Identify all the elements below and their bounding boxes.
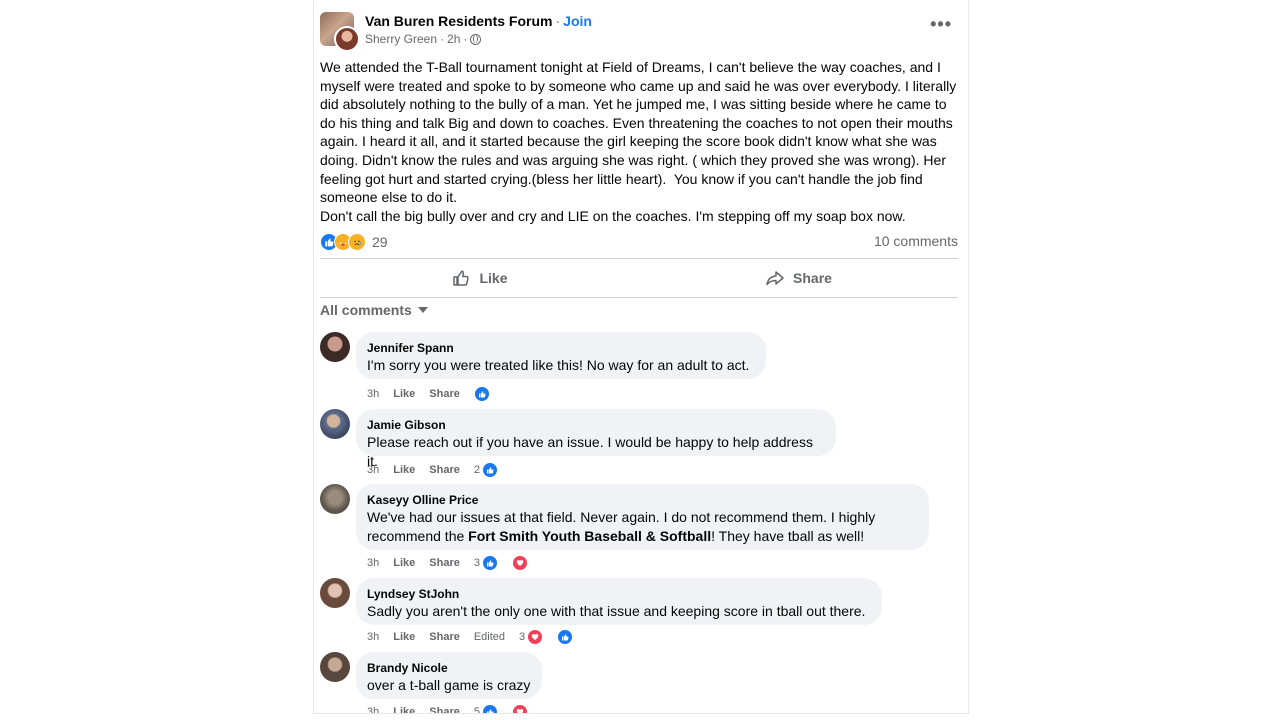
- author-avatar[interactable]: [334, 26, 360, 52]
- heart-icon: [527, 629, 544, 645]
- comment-reaction-count: 2: [473, 464, 480, 476]
- commenter-name[interactable]: Jamie Gibson: [367, 417, 825, 433]
- comment-actions: 3h Like Share: [367, 386, 518, 402]
- more-options-button[interactable]: •••: [930, 15, 952, 33]
- mentioned-page-link[interactable]: Fort Smith Youth Baseball & Softball: [468, 528, 711, 544]
- reaction-count[interactable]: 29: [372, 234, 388, 250]
- dot-separator: ·: [555, 13, 561, 29]
- comment-share-button[interactable]: Share: [429, 631, 460, 643]
- share-button-label: Share: [793, 270, 832, 286]
- comment-share-button[interactable]: Share: [429, 388, 460, 400]
- group-title-line: Van Buren Residents Forum · Join: [365, 13, 592, 29]
- like-icon: [481, 704, 498, 713]
- comment-text: Sadly you aren't the only one with that …: [367, 603, 866, 619]
- avatar[interactable]: [320, 332, 350, 362]
- like-button-label: Like: [479, 270, 508, 286]
- comment-time[interactable]: 3h: [367, 557, 379, 569]
- divider: [320, 297, 958, 298]
- commenter-name[interactable]: Jennifer Spann: [367, 340, 755, 356]
- avatar[interactable]: [320, 484, 350, 514]
- divider: [320, 258, 958, 259]
- dot-separator: ·: [440, 32, 445, 46]
- comment-actions: 3h Like Share Edited 3: [367, 629, 601, 645]
- author-name-link[interactable]: Sherry Green: [365, 32, 437, 46]
- comment-text: over a t-ball game is crazy: [367, 677, 531, 693]
- comment-time[interactable]: 3h: [367, 388, 379, 400]
- comment-actions: 3h Like Share 5: [367, 704, 556, 714]
- comment-reactions[interactable]: 5: [473, 704, 542, 714]
- comment-bubble: Jennifer Spann I'm sorry you were treate…: [356, 332, 766, 379]
- comment-text: I'm sorry you were treated like this! No…: [367, 357, 750, 373]
- join-button[interactable]: Join: [563, 13, 592, 29]
- post-body-text: We attended the T-Ball tournament tonigh…: [320, 59, 957, 224]
- share-arrow-icon: [766, 271, 784, 286]
- comment-reactions[interactable]: 2: [474, 462, 512, 478]
- comment-like-button[interactable]: Like: [393, 706, 415, 713]
- post-stats: 29 10 comments: [320, 232, 958, 252]
- comment-reactions[interactable]: [473, 386, 504, 402]
- comment-share-button[interactable]: Share: [429, 557, 460, 569]
- like-button[interactable]: Like: [320, 260, 639, 296]
- comment-like-button[interactable]: Like: [393, 464, 415, 476]
- avatar[interactable]: [320, 578, 350, 608]
- comments-count-link[interactable]: 10 comments: [874, 233, 958, 249]
- like-icon: [481, 555, 498, 571]
- sad-icon: [348, 233, 366, 251]
- post-meta: Sherry Green · 2h ·: [365, 32, 482, 46]
- comment-actions: 3h Like Share 3: [367, 555, 556, 571]
- comments-filter-dropdown[interactable]: All comments: [320, 302, 428, 318]
- post-card: Van Buren Residents Forum · Join Sherry Gr…: [313, 0, 969, 714]
- dot-separator: ·: [463, 32, 468, 46]
- comment-text-part: ! They have tball as well!: [711, 527, 865, 544]
- comment-reaction-count: 3: [473, 557, 480, 569]
- comment-bubble: Kaseyy Olline Price We've had our issues…: [356, 484, 929, 550]
- comment-actions: 3h Like Share 2: [367, 462, 526, 478]
- comment-reactions[interactable]: 3: [519, 629, 587, 645]
- like-icon: [557, 629, 574, 645]
- commenter-name[interactable]: Lyndsey StJohn: [367, 586, 871, 602]
- comment-like-button[interactable]: Like: [393, 557, 415, 569]
- comment-time[interactable]: 3h: [367, 464, 379, 476]
- post-time[interactable]: 2h: [447, 32, 460, 46]
- post-header: Van Buren Residents Forum · Join Sherry Gr…: [320, 12, 958, 52]
- comment-reaction-count: 3: [519, 631, 526, 643]
- comment-bubble: Lyndsey StJohn Sadly you aren't the only…: [356, 578, 882, 625]
- share-button[interactable]: Share: [639, 260, 958, 296]
- comment-reactions[interactable]: 3: [474, 555, 542, 571]
- comment-share-button[interactable]: Share: [429, 464, 460, 476]
- thumbs-up-icon: [453, 270, 470, 286]
- edited-label: Edited: [473, 631, 506, 643]
- comment-reaction-count: 5: [473, 706, 480, 714]
- comment-like-button[interactable]: Like: [393, 631, 415, 643]
- commenter-name[interactable]: Kaseyy Olline Price: [367, 492, 918, 508]
- caret-down-icon: [417, 307, 428, 313]
- comments-filter-label: All comments: [320, 302, 412, 318]
- reaction-summary[interactable]: 29: [320, 233, 388, 251]
- heart-icon: [511, 555, 528, 571]
- post-actions-bar: Like Share: [320, 260, 958, 296]
- commenter-name[interactable]: Brandy Nicole: [367, 660, 531, 676]
- comment-time[interactable]: 3h: [367, 706, 379, 713]
- comment-bubble: Brandy Nicole over a t-ball game is craz…: [356, 652, 542, 699]
- comment-time[interactable]: 3h: [367, 631, 379, 643]
- group-name-link[interactable]: Van Buren Residents Forum: [365, 13, 552, 29]
- globe-icon: [470, 33, 482, 45]
- avatar[interactable]: [320, 409, 350, 439]
- comment-like-button[interactable]: Like: [393, 388, 415, 400]
- like-icon: [473, 386, 490, 402]
- heart-icon: [511, 704, 528, 713]
- comment-bubble: Jamie Gibson Please reach out if you hav…: [356, 409, 836, 469]
- like-icon: [481, 462, 498, 478]
- comment-text: We've had our issues at that field. Neve…: [367, 508, 918, 545]
- avatar[interactable]: [320, 652, 350, 682]
- comment-share-button[interactable]: Share: [429, 706, 460, 713]
